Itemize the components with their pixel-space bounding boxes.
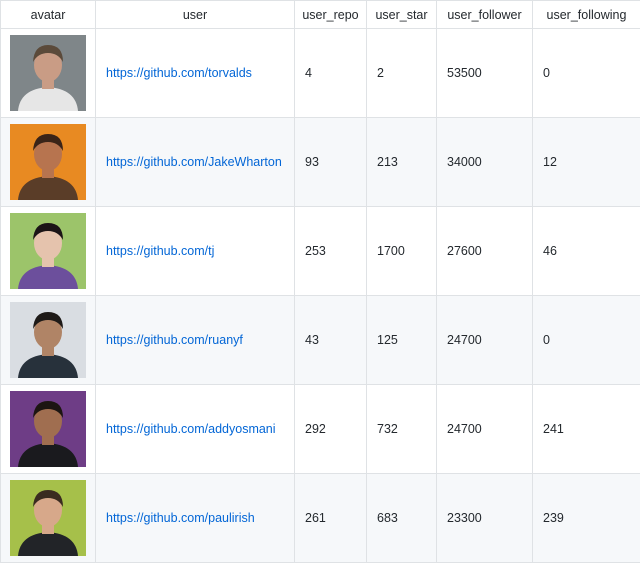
person-photo-icon: [10, 302, 86, 378]
avatar: [10, 124, 86, 200]
user-cell: https://github.com/paulirish: [96, 474, 295, 563]
header-user-following: user_following: [533, 1, 640, 29]
user-table: avatar user user_repo user_star user_fol…: [0, 0, 640, 563]
avatar-cell: [1, 474, 96, 563]
person-photo-icon: [10, 213, 86, 289]
user-cell: https://github.com/JakeWharton: [96, 118, 295, 207]
repo-cell: 93: [295, 118, 367, 207]
user-cell: https://github.com/torvalds: [96, 29, 295, 118]
following-cell: 239: [533, 474, 640, 563]
avatar-cell: [1, 29, 96, 118]
header-user: user: [96, 1, 295, 29]
user-link[interactable]: https://github.com/ruanyf: [106, 333, 243, 347]
table-row: https://github.com/addyosmani 292 732 24…: [1, 385, 640, 474]
follower-cell: 24700: [437, 296, 533, 385]
avatar-cell: [1, 118, 96, 207]
table-row: https://github.com/JakeWharton 93 213 34…: [1, 118, 640, 207]
header-row: avatar user user_repo user_star user_fol…: [1, 1, 640, 29]
star-cell: 683: [367, 474, 437, 563]
header-user-repo: user_repo: [295, 1, 367, 29]
following-cell: 0: [533, 296, 640, 385]
person-photo-icon: [10, 391, 86, 467]
follower-cell: 34000: [437, 118, 533, 207]
follower-cell: 27600: [437, 207, 533, 296]
avatar: [10, 480, 86, 556]
star-cell: 732: [367, 385, 437, 474]
user-cell: https://github.com/ruanyf: [96, 296, 295, 385]
repo-cell: 4: [295, 29, 367, 118]
person-photo-icon: [10, 35, 86, 111]
repo-cell: 253: [295, 207, 367, 296]
user-link[interactable]: https://github.com/paulirish: [106, 511, 255, 525]
user-link[interactable]: https://github.com/torvalds: [106, 66, 252, 80]
follower-cell: 23300: [437, 474, 533, 563]
table-row: https://github.com/ruanyf 43 125 24700 0: [1, 296, 640, 385]
user-link[interactable]: https://github.com/addyosmani: [106, 422, 276, 436]
table-row: https://github.com/tj 253 1700 27600 46: [1, 207, 640, 296]
following-cell: 46: [533, 207, 640, 296]
star-cell: 2: [367, 29, 437, 118]
avatar-cell: [1, 207, 96, 296]
user-link[interactable]: https://github.com/JakeWharton: [106, 155, 282, 169]
avatar-cell: [1, 385, 96, 474]
avatar: [10, 35, 86, 111]
star-cell: 1700: [367, 207, 437, 296]
table-row: https://github.com/paulirish 261 683 233…: [1, 474, 640, 563]
user-link[interactable]: https://github.com/tj: [106, 244, 214, 258]
follower-cell: 53500: [437, 29, 533, 118]
header-user-follower: user_follower: [437, 1, 533, 29]
user-cell: https://github.com/addyosmani: [96, 385, 295, 474]
person-photo-icon: [10, 480, 86, 556]
person-photo-icon: [10, 124, 86, 200]
star-cell: 213: [367, 118, 437, 207]
star-cell: 125: [367, 296, 437, 385]
repo-cell: 261: [295, 474, 367, 563]
avatar: [10, 391, 86, 467]
avatar-cell: [1, 296, 96, 385]
table-row: https://github.com/torvalds 4 2 53500 0: [1, 29, 640, 118]
header-avatar: avatar: [1, 1, 96, 29]
follower-cell: 24700: [437, 385, 533, 474]
repo-cell: 43: [295, 296, 367, 385]
user-cell: https://github.com/tj: [96, 207, 295, 296]
following-cell: 12: [533, 118, 640, 207]
following-cell: 241: [533, 385, 640, 474]
header-user-star: user_star: [367, 1, 437, 29]
avatar: [10, 213, 86, 289]
repo-cell: 292: [295, 385, 367, 474]
avatar: [10, 302, 86, 378]
following-cell: 0: [533, 29, 640, 118]
